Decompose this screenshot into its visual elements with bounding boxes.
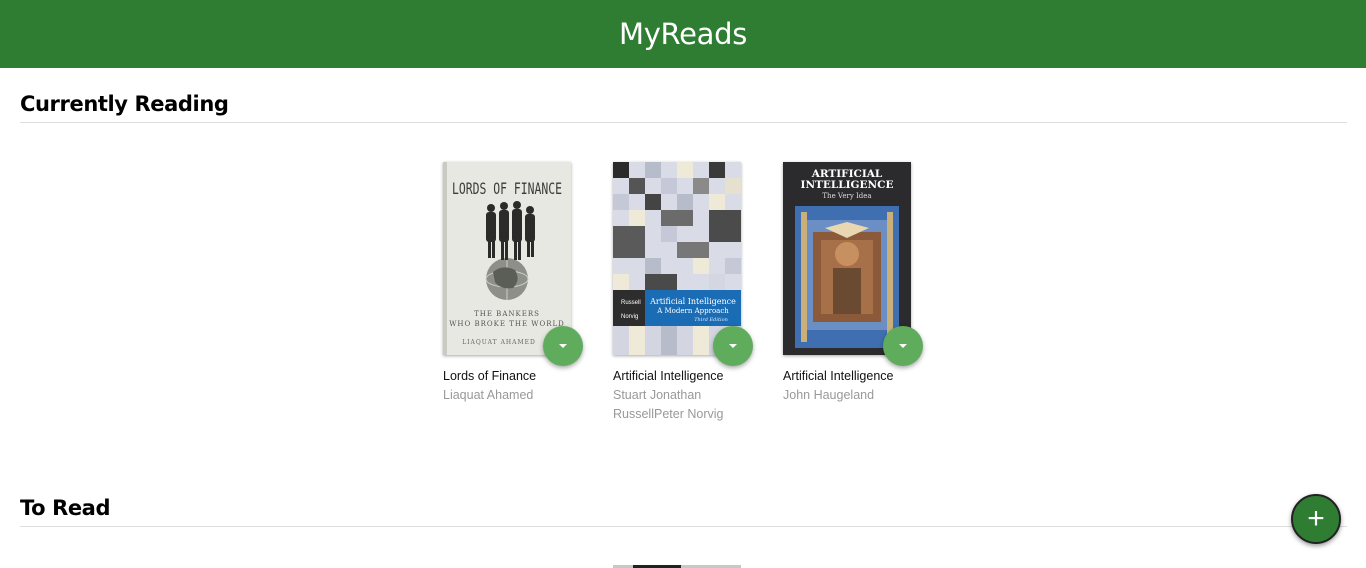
caret-down-icon: [899, 344, 907, 348]
book-title: Artificial Intelligence: [783, 369, 894, 383]
svg-text:WHO BROKE THE WORLD: WHO BROKE THE WORLD: [449, 320, 565, 328]
svg-text:Russell: Russell: [621, 300, 641, 306]
add-book-button[interactable]: +: [1291, 494, 1341, 544]
caret-down-icon: [729, 344, 737, 348]
book-title: Lords of Finance: [443, 369, 537, 383]
shelf-currently-reading: Currently Reading: [20, 92, 1347, 123]
book-cover[interactable]: LORDS OF FINANCE THE BANKERS WHO BROKE T…: [443, 162, 571, 355]
shelf-to-read: To Read: [20, 496, 1347, 527]
shelf-title: To Read: [20, 496, 1347, 527]
book-cover[interactable]: ARTIFICIAL INTELLIGENCE The Very Idea: [783, 162, 911, 355]
shelf-changer-button[interactable]: [883, 326, 923, 366]
svg-text:INTELLIGENCE: INTELLIGENCE: [801, 179, 894, 191]
shelf-changer-button[interactable]: [713, 326, 753, 366]
shelf-title: Currently Reading: [20, 92, 1347, 123]
book-cover[interactable]: Russell Norvig Artificial Intelligence A…: [613, 162, 741, 355]
app-title: MyReads: [618, 17, 748, 51]
book-item: LORDS OF FINANCE THE BANKERS WHO BROKE T…: [443, 162, 583, 422]
svg-text:The Very Idea: The Very Idea: [822, 192, 871, 200]
book-authors: John Haugeland: [783, 388, 875, 402]
plus-icon: +: [1307, 502, 1325, 535]
book-item: ARTIFICIAL INTELLIGENCE The Very Idea Ar…: [783, 162, 923, 422]
app-header: MyReads: [0, 0, 1366, 68]
svg-text:THE BANKERS: THE BANKERS: [474, 310, 540, 318]
svg-text:Third Edition: Third Edition: [694, 317, 728, 323]
book-item: Russell Norvig Artificial Intelligence A…: [613, 162, 753, 422]
svg-text:Norvig: Norvig: [621, 314, 638, 320]
svg-text:Artificial Intelligence: Artificial Intelligence: [649, 297, 736, 306]
book-title: Artificial Intelligence: [613, 369, 724, 383]
svg-text:LORDS OF FINANCE: LORDS OF FINANCE: [452, 179, 562, 198]
svg-text:A Modern Approach: A Modern Approach: [656, 307, 729, 315]
shelf-changer-button[interactable]: [543, 326, 583, 366]
book-authors: Liaquat Ahamed: [443, 388, 534, 402]
caret-down-icon: [559, 344, 567, 348]
svg-text:LIAQUAT AHAMED: LIAQUAT AHAMED: [462, 339, 536, 346]
book-authors: Stuart Jonathan RussellPeter Norvig: [613, 388, 724, 421]
